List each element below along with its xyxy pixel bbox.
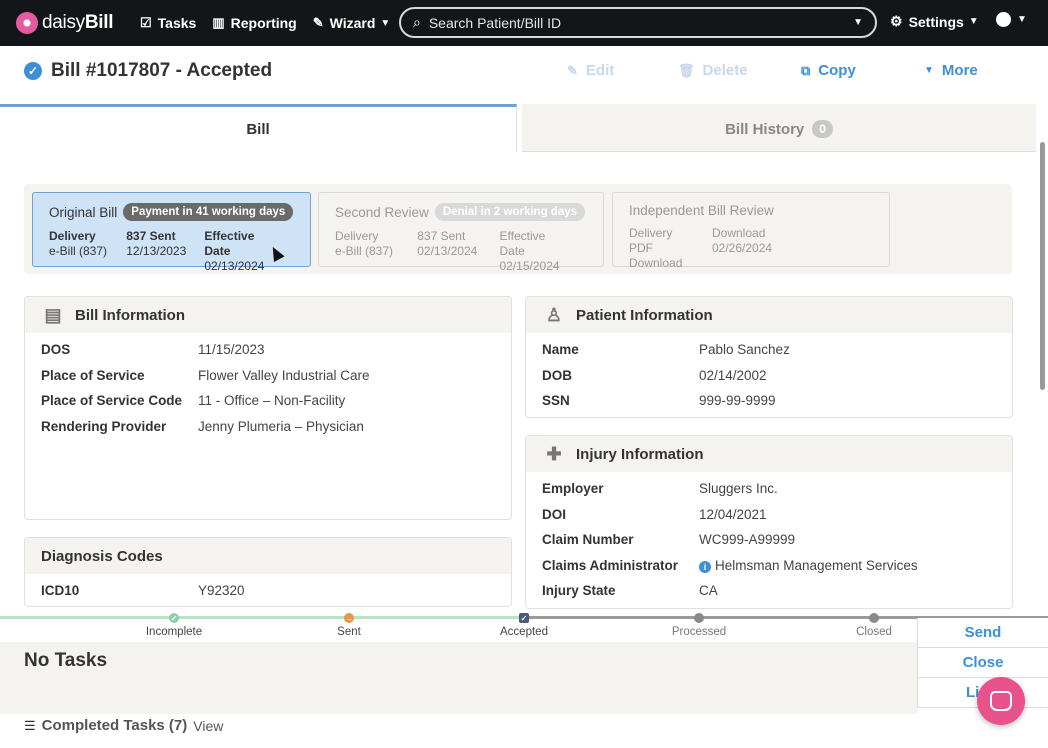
patient-user-icon: ♙ (545, 304, 563, 325)
check-icon: ✓ (169, 613, 179, 623)
step-accepted: ✓ Accepted (500, 613, 548, 638)
more-button[interactable]: ▼ More (924, 62, 978, 79)
patient-information-panel: ♙ Patient Information Name Pablo Sanchez… (525, 296, 1013, 418)
step-incomplete: ✓ Incomplete (145, 613, 203, 638)
check-circle-icon: ✓ (24, 62, 42, 80)
top-navbar: daisyBill ☑ Tasks ▥ Reporting ✎ Wizard ▼… (0, 0, 1048, 46)
bill-header: ✓ Bill #1017807 - Accepted ✎ Edit 🗑 Dele… (0, 46, 1048, 104)
status-badge: Payment in 41 working days (123, 203, 294, 221)
bill-status-progress: ✓ Incomplete → Sent ✓ Accepted Processed… (0, 612, 1048, 642)
user-menu[interactable]: ▼ (996, 12, 1027, 27)
completed-tasks-toggle[interactable]: ☰ Completed Tasks (7) View (24, 717, 223, 734)
info-row: Name Pablo Sanchez (542, 342, 790, 358)
daisy-flower-icon (16, 12, 38, 34)
search-icon: ⌕ (413, 14, 421, 30)
gear-icon: ⚙ (890, 13, 903, 29)
step-processed: Processed (639, 613, 759, 638)
search-input[interactable] (428, 14, 854, 31)
pencil-icon: ✎ (567, 62, 578, 78)
copy-button[interactable]: ⧉ Copy (801, 62, 856, 79)
info-row: Employer Sluggers Inc. (542, 481, 778, 497)
review-timeline: Original Bill Payment in 41 working days… (24, 184, 1012, 274)
copy-icon: ⧉ (801, 62, 811, 78)
clipboard-check-icon: ☑ (140, 15, 152, 30)
info-row: DOS 11/15/2023 (41, 342, 265, 358)
chevron-down-icon: ▼ (380, 17, 391, 29)
search-box[interactable]: ⌕ ▼ (399, 7, 877, 38)
info-row: Rendering Provider Jenny Plumeria – Phys… (41, 418, 364, 434)
info-row: Injury State CA (542, 583, 718, 599)
check-square-icon: ✓ (519, 613, 529, 623)
status-badge: Denial in 2 working days (434, 203, 586, 221)
send-button[interactable]: Send (918, 618, 1048, 648)
nav-reporting[interactable]: ▥ Reporting (212, 15, 296, 31)
circle-icon (869, 613, 879, 623)
info-row: Place of Service Code 11 - Office – Non-… (41, 393, 346, 409)
step-closed: Closed (814, 613, 934, 638)
tab-bill-history[interactable]: Bill History 0 (522, 104, 1036, 152)
page-title: ✓ Bill #1017807 - Accepted (24, 60, 272, 82)
bar-chart-icon: ▥ (212, 15, 225, 30)
info-row: SSN 999-99-9999 (542, 393, 776, 409)
chat-launcher-button[interactable] (977, 677, 1025, 725)
edit-button[interactable]: ✎ Edit (567, 62, 614, 79)
chevron-down-icon[interactable]: ▼ (853, 17, 863, 28)
no-tasks-heading: No Tasks (24, 650, 108, 671)
diagnosis-codes-panel: Diagnosis Codes ICD10 Y92320 (24, 537, 512, 607)
review-card-independent-bill-review[interactable]: Independent Bill Review Delivery PDF Dow… (612, 192, 890, 270)
brand-logo[interactable]: daisyBill (16, 12, 124, 34)
info-row: Place of Service Flower Valley Industria… (41, 367, 370, 383)
history-count-badge: 0 (812, 120, 833, 138)
tab-bill[interactable]: Bill (0, 104, 517, 152)
bill-information-panel: ▤ Bill Information DOS 11/15/2023 Place … (24, 296, 512, 520)
arrow-right-icon: → (344, 613, 354, 623)
info-row: DOI 12/04/2021 (542, 506, 767, 522)
user-avatar-icon (996, 12, 1011, 27)
info-row: Claims Administrator i Helmsman Managemen… (542, 557, 918, 573)
caret-down-icon: ▼ (924, 65, 934, 76)
nav-wizard[interactable]: ✎ Wizard ▼ (313, 15, 391, 31)
invoice-dollar-icon: ▤ (44, 304, 62, 325)
info-circle-icon: i (699, 560, 711, 573)
chevron-down-icon: ▼ (968, 16, 979, 27)
step-sent: → Sent (337, 613, 361, 638)
page-scrollbar[interactable] (1040, 142, 1045, 390)
circle-icon (694, 613, 704, 623)
claims-administrator-link[interactable]: i Helmsman Management Services (699, 558, 918, 573)
info-row: ICD10 Y92320 (41, 583, 245, 599)
info-row: Claim Number WC999-A99999 (542, 532, 796, 548)
list-icon: ☰ (24, 717, 36, 733)
trash-icon: 🗑 (678, 62, 695, 78)
nav-tasks[interactable]: ☑ Tasks (140, 15, 196, 31)
magic-wand-icon: ✎ (312, 15, 324, 30)
tasks-panel: No Tasks (0, 642, 917, 714)
review-card-second-review[interactable]: Second Review Denial in 2 working days D… (318, 192, 604, 273)
review-card-original-bill[interactable]: Original Bill Payment in 41 working days… (32, 192, 311, 273)
view-link[interactable]: View (193, 718, 223, 734)
bandage-icon: ✚ (546, 443, 562, 464)
chat-icon (990, 691, 1012, 711)
nav-settings[interactable]: ⚙ Settings ▼ (890, 13, 979, 30)
chevron-down-icon: ▼ (1017, 14, 1027, 25)
delete-button[interactable]: 🗑 Delete (678, 62, 748, 79)
close-button[interactable]: Close (918, 648, 1048, 678)
info-row: DOB 02/14/2002 (542, 367, 767, 383)
injury-information-panel: ✚ Injury Information Employer Sluggers I… (525, 435, 1013, 609)
